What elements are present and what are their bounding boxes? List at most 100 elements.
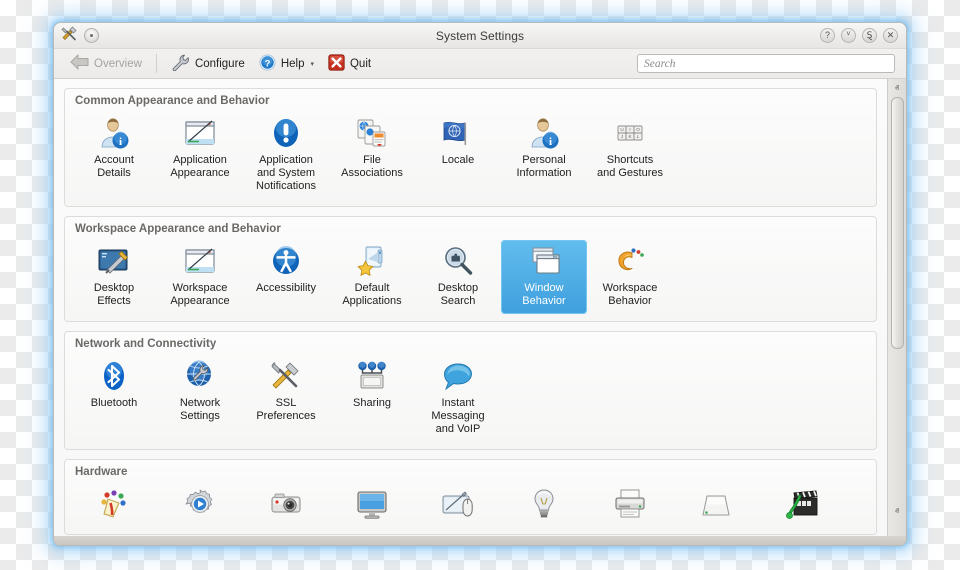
- settings-item[interactable]: Window Behavior: [501, 240, 587, 314]
- settings-item[interactable]: i Account Details: [71, 112, 157, 199]
- group-title: Workspace Appearance and Behavior: [65, 217, 876, 238]
- settings-item[interactable]: [71, 483, 157, 527]
- main-toolbar: Overview Configure ? Help ▾ Quit Search: [54, 49, 906, 79]
- scroll-page-up-arrow[interactable]: ⱏ: [890, 504, 905, 519]
- svg-text:J: J: [621, 134, 623, 139]
- personal-information-icon: i: [527, 116, 561, 150]
- settings-item-label: Application Appearance: [170, 154, 229, 180]
- settings-item[interactable]: [501, 483, 587, 527]
- settings-item-label: Network Settings: [180, 397, 220, 423]
- settings-item[interactable]: [157, 483, 243, 527]
- settings-item[interactable]: File Associations: [329, 112, 415, 199]
- printer-icon: [613, 487, 647, 521]
- settings-group: Workspace Appearance and Behavior Deskto…: [64, 216, 877, 322]
- settings-item-label: SSL Preferences: [256, 397, 315, 423]
- settings-group: Hardware: [64, 459, 877, 535]
- multimedia-gear-icon: [183, 487, 217, 521]
- chevron-down-icon[interactable]: ▾: [310, 60, 314, 68]
- configure-label: Configure: [195, 58, 245, 70]
- settings-item-label: Sharing: [353, 397, 391, 410]
- settings-item[interactable]: [673, 483, 759, 527]
- settings-item[interactable]: Workspace Appearance: [157, 240, 243, 314]
- help-label: Help: [281, 58, 305, 70]
- search-input[interactable]: [637, 54, 895, 73]
- accessibility-icon: [269, 244, 303, 278]
- settings-item[interactable]: Accessibility: [243, 240, 329, 314]
- content-area: Common Appearance and Behavior i Account…: [54, 79, 906, 536]
- group-title: Network and Connectivity: [65, 332, 876, 353]
- settings-item[interactable]: i Personal Information: [501, 112, 587, 199]
- settings-item[interactable]: Default Applications: [329, 240, 415, 314]
- svg-text:U: U: [620, 127, 623, 132]
- scrollbar-thumb[interactable]: [891, 97, 904, 349]
- sharing-icon: [355, 359, 389, 393]
- group-title: Common Appearance and Behavior: [65, 89, 876, 110]
- settings-item[interactable]: Application Appearance: [157, 112, 243, 199]
- app-menu-icon[interactable]: [84, 28, 99, 43]
- title-bar[interactable]: System Settings ? ⱽ Ȿ ✕: [54, 23, 906, 49]
- settings-item-label: File Associations: [341, 154, 403, 180]
- help-window-button[interactable]: ?: [820, 28, 835, 43]
- settings-item[interactable]: UIO JKL Shortcuts and Gestures: [587, 112, 673, 199]
- quit-button[interactable]: Quit: [321, 51, 378, 77]
- settings-item[interactable]: Sharing: [329, 355, 415, 442]
- scroll-up-arrow[interactable]: ⱏ: [890, 81, 905, 96]
- settings-item[interactable]: Bluetooth: [71, 355, 157, 442]
- settings-item[interactable]: Network Settings: [157, 355, 243, 442]
- settings-item[interactable]: [329, 483, 415, 527]
- help-circle-icon: ?: [259, 54, 276, 74]
- settings-item[interactable]: Desktop Search: [415, 240, 501, 314]
- locale-flag-icon: [441, 116, 475, 150]
- settings-group: Common Appearance and Behavior i Account…: [64, 88, 877, 207]
- help-button[interactable]: ? Help ▾: [252, 51, 321, 77]
- settings-item-label: Window Behavior: [522, 282, 565, 308]
- input-devices-icon: [441, 487, 475, 521]
- overview-button[interactable]: Overview: [63, 51, 149, 76]
- minimize-window-button[interactable]: ⱽ: [841, 28, 856, 43]
- close-window-button[interactable]: ✕: [883, 28, 898, 43]
- workspace-appearance-icon: [183, 244, 217, 278]
- scrollbar-track[interactable]: [891, 97, 904, 503]
- settings-item[interactable]: Workspace Behavior: [587, 240, 673, 314]
- quit-label: Quit: [350, 58, 371, 70]
- removable-drive-icon: [699, 487, 733, 521]
- settings-item[interactable]: [587, 483, 673, 527]
- configure-button[interactable]: Configure: [164, 51, 252, 77]
- settings-item[interactable]: Locale: [415, 112, 501, 199]
- status-bar: [54, 536, 906, 545]
- workspace-behavior-icon: [613, 244, 647, 278]
- svg-text:i: i: [119, 136, 122, 148]
- settings-item-label: Application and System Notifications: [256, 154, 316, 193]
- settings-item[interactable]: [243, 483, 329, 527]
- application-appearance-icon: [183, 116, 217, 150]
- vertical-scrollbar[interactable]: ⱏ ⱏ ⱟ: [887, 79, 906, 536]
- maximize-window-button[interactable]: Ȿ: [862, 28, 877, 43]
- settings-item-label: Workspace Behavior: [603, 282, 658, 308]
- svg-text:?: ?: [264, 58, 270, 69]
- default-applications-icon: [355, 244, 389, 278]
- settings-item[interactable]: Desktop Effects: [71, 240, 157, 314]
- settings-item-label: Shortcuts and Gestures: [597, 154, 663, 180]
- settings-grid: Bluetooth Network Settings SSL Preferences…: [65, 353, 876, 442]
- settings-item[interactable]: [415, 483, 501, 527]
- notifications-icon: [269, 116, 303, 150]
- settings-scroll-view: Common Appearance and Behavior i Account…: [54, 79, 887, 536]
- network-settings-icon: [183, 359, 217, 393]
- display-monitor-icon: [355, 487, 389, 521]
- settings-item[interactable]: [759, 483, 845, 527]
- settings-item[interactable]: Application and System Notifications: [243, 112, 329, 199]
- settings-item[interactable]: Instant Messaging and VoIP: [415, 355, 501, 442]
- svg-text:O: O: [636, 127, 640, 132]
- settings-grid: [65, 481, 876, 527]
- settings-item[interactable]: SSL Preferences: [243, 355, 329, 442]
- user-details-icon: i: [97, 116, 131, 150]
- file-associations-icon: [355, 116, 389, 150]
- window-controls: ? ⱽ Ȿ ✕: [820, 28, 906, 43]
- settings-grid: i Account Details Application Appearance A…: [65, 110, 876, 199]
- svg-text:i: i: [549, 136, 552, 148]
- toolbar-separator: [156, 54, 157, 73]
- settings-item-label: Desktop Search: [438, 282, 478, 308]
- settings-item-label: Desktop Effects: [94, 282, 134, 308]
- system-settings-window: System Settings ? ⱽ Ȿ ✕ Overview Configu…: [54, 23, 906, 545]
- scroll-down-arrow[interactable]: ⱟ: [890, 519, 905, 534]
